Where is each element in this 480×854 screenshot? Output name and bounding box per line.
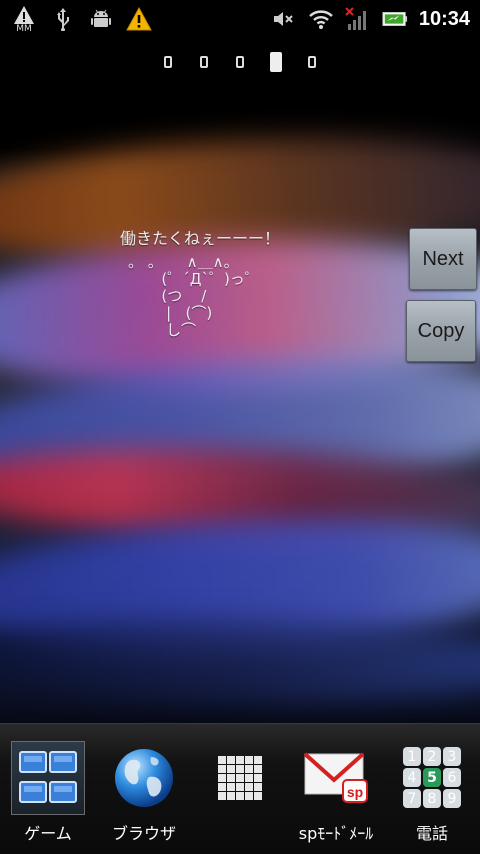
battery-charging-icon — [382, 6, 408, 32]
dock-item-phone[interactable]: 1 2 3 4 5 6 7 8 9 電話 — [384, 724, 480, 854]
svg-text:5: 5 — [427, 770, 437, 786]
ascii-art-text: 。 。 ∧＿∧。 (゜´Д`゜)っ゜ (つ / | (⌒) し⌒ — [128, 253, 260, 339]
wifi-icon — [308, 6, 334, 32]
page-indicator — [0, 52, 480, 74]
page-dot — [308, 56, 316, 68]
warning-icon — [126, 6, 152, 32]
alert-mm-icon: MM — [10, 5, 38, 34]
dock-label: 電話 — [415, 824, 448, 843]
home-screen: MM 10:34 働きたくねぇーーー！ 。 。 ∧＿∧。 (゜´Д`゜)っ゜ (… — [0, 0, 480, 854]
clock: 10:34 — [418, 7, 470, 30]
sp-mode-mail-icon: sp — [300, 742, 372, 814]
dock-label: ブラウザ — [111, 824, 176, 843]
svg-text:sp: sp — [347, 784, 363, 800]
app-drawer-icon — [204, 742, 276, 814]
widget-message: 働きたくねぇーーー！ — [120, 229, 281, 248]
dock-item-sp-mode-mail[interactable]: sp spﾓｰﾄﾞﾒｰﾙ — [288, 724, 384, 854]
next-button[interactable]: Next — [409, 228, 477, 290]
carrier-label: MM — [16, 23, 32, 34]
dock-item-app-drawer[interactable] — [192, 724, 288, 854]
android-debug-icon — [88, 6, 114, 32]
usb-icon — [50, 6, 76, 32]
svg-text:4: 4 — [408, 770, 417, 786]
signal-none-icon — [345, 6, 371, 32]
svg-text:2: 2 — [428, 749, 437, 765]
svg-text:3: 3 — [448, 749, 457, 765]
svg-text:6: 6 — [448, 770, 457, 786]
copy-button[interactable]: Copy — [406, 300, 476, 362]
mute-icon — [271, 6, 297, 32]
status-bar[interactable]: MM 10:34 — [0, 0, 480, 38]
game-folder-icon — [11, 741, 85, 815]
svg-text:7: 7 — [408, 791, 417, 807]
page-dot — [236, 56, 244, 68]
dock-item-browser[interactable]: ブラウザ — [96, 724, 192, 854]
page-dot — [200, 56, 208, 68]
svg-text:8: 8 — [428, 791, 437, 807]
browser-globe-icon — [108, 742, 180, 814]
dock-label: spﾓｰﾄﾞﾒｰﾙ — [298, 824, 374, 843]
phone-dialpad-icon: 1 2 3 4 5 6 7 8 9 — [396, 742, 468, 814]
dock-label: ゲーム — [24, 824, 72, 843]
dock-item-game[interactable]: ゲーム — [0, 724, 96, 854]
svg-text:9: 9 — [448, 791, 457, 807]
page-dot — [164, 56, 172, 68]
svg-text:1: 1 — [408, 749, 417, 765]
page-dot-active — [270, 52, 282, 72]
dock: ゲーム ブラウザ sp spﾓｰﾄﾞﾒｰﾙ 1 2 3 4 5 6 7 8 9 … — [0, 723, 480, 854]
